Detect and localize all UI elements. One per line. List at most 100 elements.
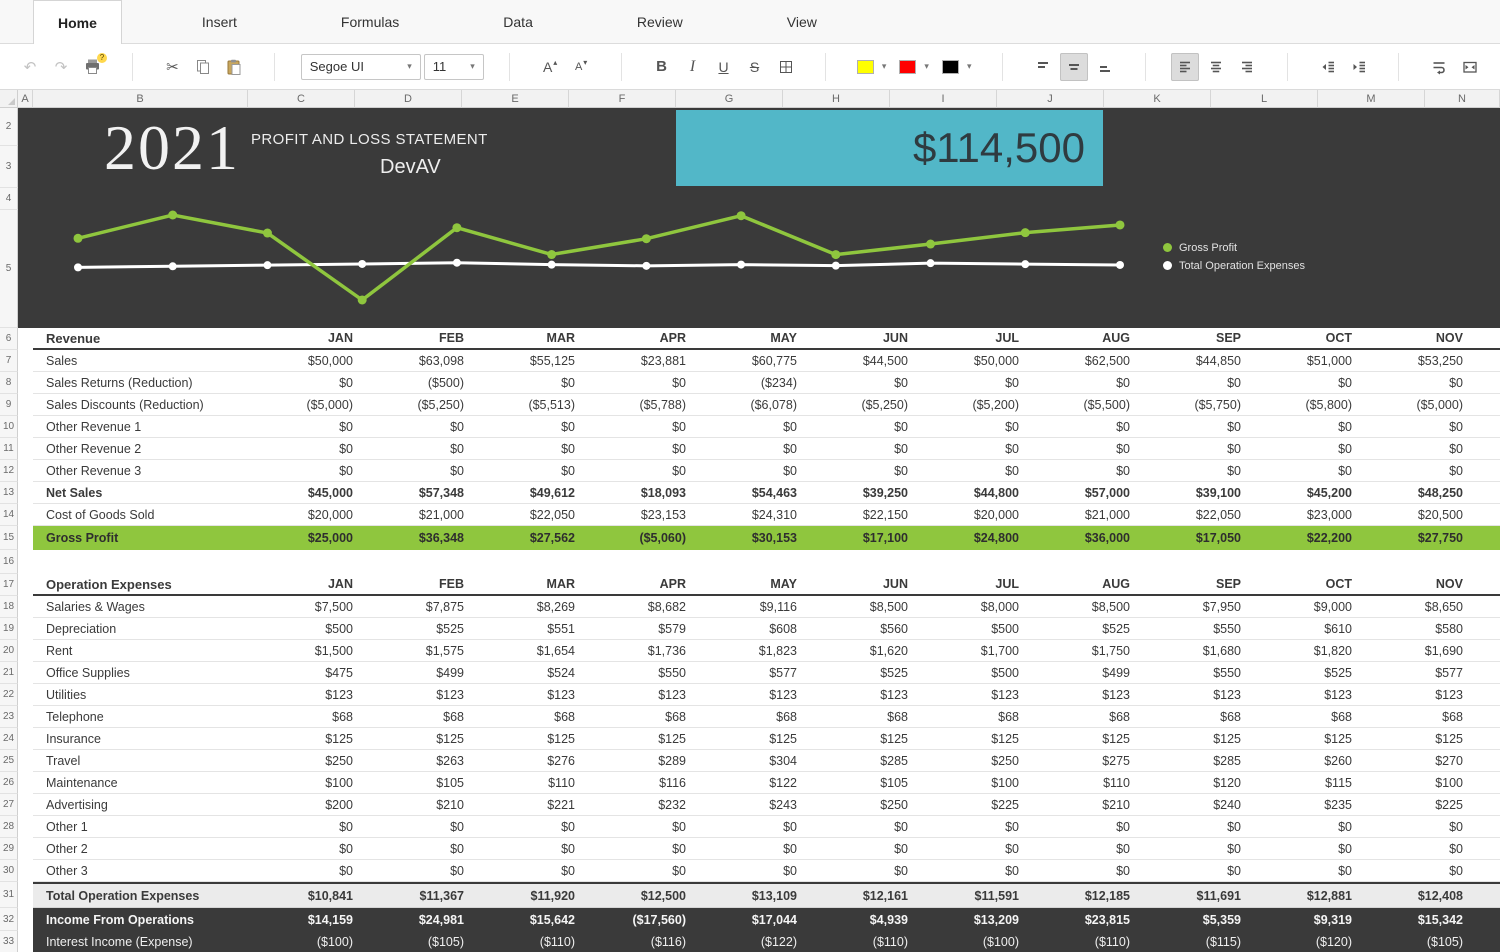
cell[interactable]: $0 xyxy=(692,438,803,459)
cell[interactable]: $123 xyxy=(1358,684,1469,705)
cell[interactable]: $577 xyxy=(692,662,803,683)
cell[interactable]: FEB xyxy=(359,574,470,594)
cell[interactable]: $0 xyxy=(1358,816,1469,837)
row-header-3[interactable]: 3 xyxy=(0,146,18,188)
fill-color-button[interactable]: ▾ xyxy=(852,54,892,80)
cell[interactable]: $1,820 xyxy=(1247,640,1358,661)
redo-button[interactable]: ↷ xyxy=(47,53,75,81)
cell[interactable]: $62,500 xyxy=(1025,350,1136,371)
cell[interactable]: $0 xyxy=(581,372,692,393)
cell[interactable]: $275 xyxy=(1025,750,1136,771)
cell[interactable]: $123 xyxy=(248,684,359,705)
cell[interactable]: $50,000 xyxy=(914,350,1025,371)
cell[interactable]: $525 xyxy=(1025,618,1136,639)
cell[interactable]: MAR xyxy=(470,574,581,594)
cell[interactable]: $4,939 xyxy=(803,908,914,931)
column-header-I[interactable]: I xyxy=(890,90,997,108)
cell[interactable]: $0 xyxy=(1025,438,1136,459)
cell[interactable]: $11,591 xyxy=(914,884,1025,907)
cell[interactable]: $0 xyxy=(803,416,914,437)
cell[interactable]: ($115) xyxy=(1136,931,1247,952)
cell[interactable]: JUN xyxy=(803,574,914,594)
cell[interactable]: SEP xyxy=(1136,328,1247,348)
column-header-E[interactable]: E xyxy=(462,90,569,108)
cell[interactable]: $63,098 xyxy=(359,350,470,371)
cell[interactable]: $550 xyxy=(581,662,692,683)
cell[interactable]: MAY xyxy=(692,328,803,348)
cell[interactable]: ($5,000) xyxy=(1358,394,1469,415)
cell[interactable]: $0 xyxy=(914,816,1025,837)
cell[interactable]: $123 xyxy=(470,684,581,705)
row-header-23[interactable]: 23 xyxy=(0,706,18,728)
cell[interactable]: $125 xyxy=(248,728,359,749)
cell-label[interactable]: Sales Discounts (Reduction) xyxy=(33,394,248,415)
cell[interactable]: $0 xyxy=(1358,838,1469,859)
cell[interactable]: $22,150 xyxy=(803,504,914,525)
bold-button[interactable]: B xyxy=(648,53,676,81)
borders-button[interactable] xyxy=(772,53,800,81)
row-header-4[interactable]: 4 xyxy=(0,188,18,210)
cell[interactable]: $22,050 xyxy=(1136,504,1247,525)
cell[interactable]: $44,800 xyxy=(914,482,1025,503)
cell[interactable]: $0 xyxy=(803,816,914,837)
cell[interactable]: $20,000 xyxy=(248,504,359,525)
cell[interactable]: NOV xyxy=(1358,574,1469,594)
cell[interactable]: $68 xyxy=(470,706,581,727)
cell-label[interactable]: Interest Income (Expense) xyxy=(33,931,248,952)
cell[interactable]: $120 xyxy=(1136,772,1247,793)
cell[interactable]: $0 xyxy=(359,816,470,837)
cell[interactable]: $44,500 xyxy=(803,350,914,371)
cell[interactable]: $36,000 xyxy=(1025,526,1136,550)
cell[interactable]: $250 xyxy=(803,794,914,815)
cell[interactable]: $0 xyxy=(470,372,581,393)
cell[interactable]: $0 xyxy=(248,860,359,881)
cell[interactable]: $17,100 xyxy=(803,526,914,550)
cell[interactable]: $21,000 xyxy=(1025,504,1136,525)
strikethrough-button[interactable]: S xyxy=(741,53,769,81)
cell-label[interactable]: Other 2 xyxy=(33,838,248,859)
cell[interactable]: $12,500 xyxy=(581,884,692,907)
cell[interactable]: $125 xyxy=(803,728,914,749)
cell[interactable]: $1,700 xyxy=(914,640,1025,661)
cell[interactable]: $100 xyxy=(248,772,359,793)
cell-label[interactable]: Depreciation xyxy=(33,618,248,639)
cell[interactable]: $0 xyxy=(1247,860,1358,881)
cell[interactable]: $1,575 xyxy=(359,640,470,661)
cell[interactable]: $250 xyxy=(914,750,1025,771)
row-header-17[interactable]: 17 xyxy=(0,574,18,596)
cell[interactable]: $12,185 xyxy=(1025,884,1136,907)
cell[interactable]: $499 xyxy=(1025,662,1136,683)
row-header-24[interactable]: 24 xyxy=(0,728,18,750)
cell[interactable]: $0 xyxy=(359,838,470,859)
tab-review[interactable]: Review xyxy=(613,0,707,43)
cell[interactable]: ($120) xyxy=(1247,931,1358,952)
paste-button[interactable] xyxy=(220,53,248,81)
cell[interactable]: $225 xyxy=(1358,794,1469,815)
cell[interactable]: $9,000 xyxy=(1247,596,1358,617)
cell[interactable]: JAN xyxy=(248,328,359,348)
cell[interactable]: $125 xyxy=(1025,728,1136,749)
copy-button[interactable] xyxy=(189,53,217,81)
cell[interactable]: ($5,750) xyxy=(1136,394,1247,415)
row-header-18[interactable]: 18 xyxy=(0,596,18,618)
cell[interactable]: $7,950 xyxy=(1136,596,1247,617)
row-header-8[interactable]: 8 xyxy=(0,372,18,394)
increase-font-size-button[interactable]: A▴ xyxy=(536,53,564,81)
cell[interactable]: $10,841 xyxy=(248,884,359,907)
cell[interactable]: ($5,500) xyxy=(1025,394,1136,415)
cell[interactable]: $68 xyxy=(803,706,914,727)
cell[interactable]: $0 xyxy=(359,460,470,481)
cell[interactable]: $68 xyxy=(692,706,803,727)
cell[interactable]: $232 xyxy=(581,794,692,815)
cell[interactable]: $0 xyxy=(470,860,581,881)
cell[interactable]: $235 xyxy=(1247,794,1358,815)
cell[interactable]: $610 xyxy=(1247,618,1358,639)
cell[interactable]: $125 xyxy=(1247,728,1358,749)
cell[interactable]: AUG xyxy=(1025,328,1136,348)
cell[interactable]: $0 xyxy=(1136,460,1247,481)
row-header-12[interactable]: 12 xyxy=(0,460,18,482)
cell[interactable]: $0 xyxy=(470,416,581,437)
cell[interactable]: ($5,200) xyxy=(914,394,1025,415)
cell[interactable]: $0 xyxy=(1025,416,1136,437)
cell[interactable]: $13,209 xyxy=(914,908,1025,931)
